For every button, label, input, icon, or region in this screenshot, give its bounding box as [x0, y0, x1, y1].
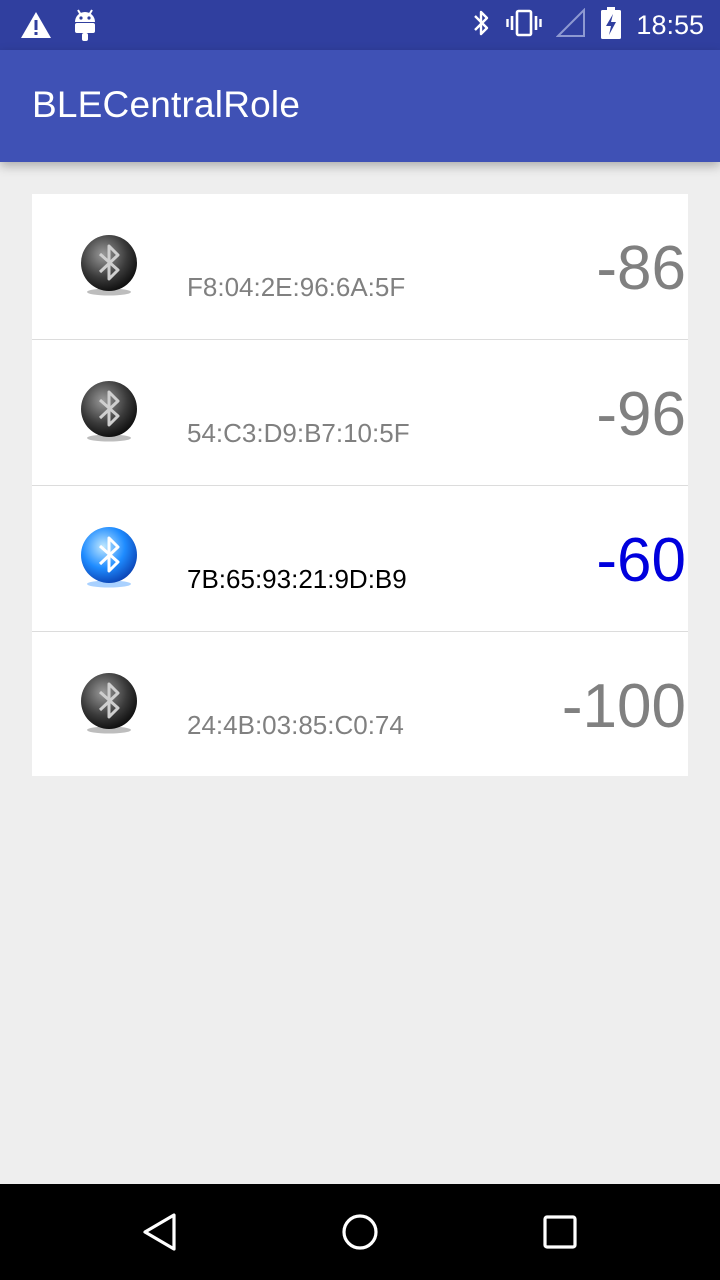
home-icon[interactable]	[336, 1208, 384, 1256]
navigation-bar	[0, 1184, 720, 1280]
bluetooth-device-icon	[78, 526, 140, 588]
device-row[interactable]: 24:4B:03:85:C0:74 -100	[32, 632, 688, 776]
android-debug-icon	[72, 8, 98, 47]
device-rssi: -60	[596, 526, 686, 595]
back-icon[interactable]	[136, 1208, 184, 1256]
bluetooth-icon	[472, 8, 492, 43]
status-bar: 18:55	[0, 0, 720, 50]
device-mac-address: 7B:65:93:21:9D:B9	[187, 564, 407, 594]
device-mac-address: F8:04:2E:96:6A:5F	[187, 272, 406, 302]
device-list: F8:04:2E:96:6A:5F -86 54:C3:D9:B7:10:5F …	[32, 194, 688, 776]
vibrate-icon	[506, 8, 543, 43]
device-row[interactable]: F8:04:2E:96:6A:5F -86	[32, 194, 688, 340]
app-bar: BLECentralRole	[0, 50, 720, 162]
device-mac-address: 24:4B:03:85:C0:74	[187, 710, 404, 740]
device-row[interactable]: 54:C3:D9:B7:10:5F -96	[32, 340, 688, 486]
device-rssi: -100	[561, 672, 686, 741]
recents-icon[interactable]	[536, 1208, 584, 1256]
no-signal-icon	[556, 7, 586, 43]
device-row[interactable]: 7B:65:93:21:9D:B9 -60	[32, 486, 688, 632]
battery-charging-icon	[600, 6, 622, 44]
warning-icon	[20, 10, 52, 45]
clock: 18:55	[636, 10, 704, 40]
device-mac-address: 54:C3:D9:B7:10:5F	[187, 418, 410, 448]
device-rssi: -86	[596, 234, 686, 303]
bluetooth-device-icon	[78, 234, 140, 296]
device-rssi: -96	[596, 380, 686, 449]
app-title: BLECentralRole	[32, 84, 301, 125]
bluetooth-device-icon	[78, 380, 140, 442]
bluetooth-device-icon	[78, 672, 140, 734]
